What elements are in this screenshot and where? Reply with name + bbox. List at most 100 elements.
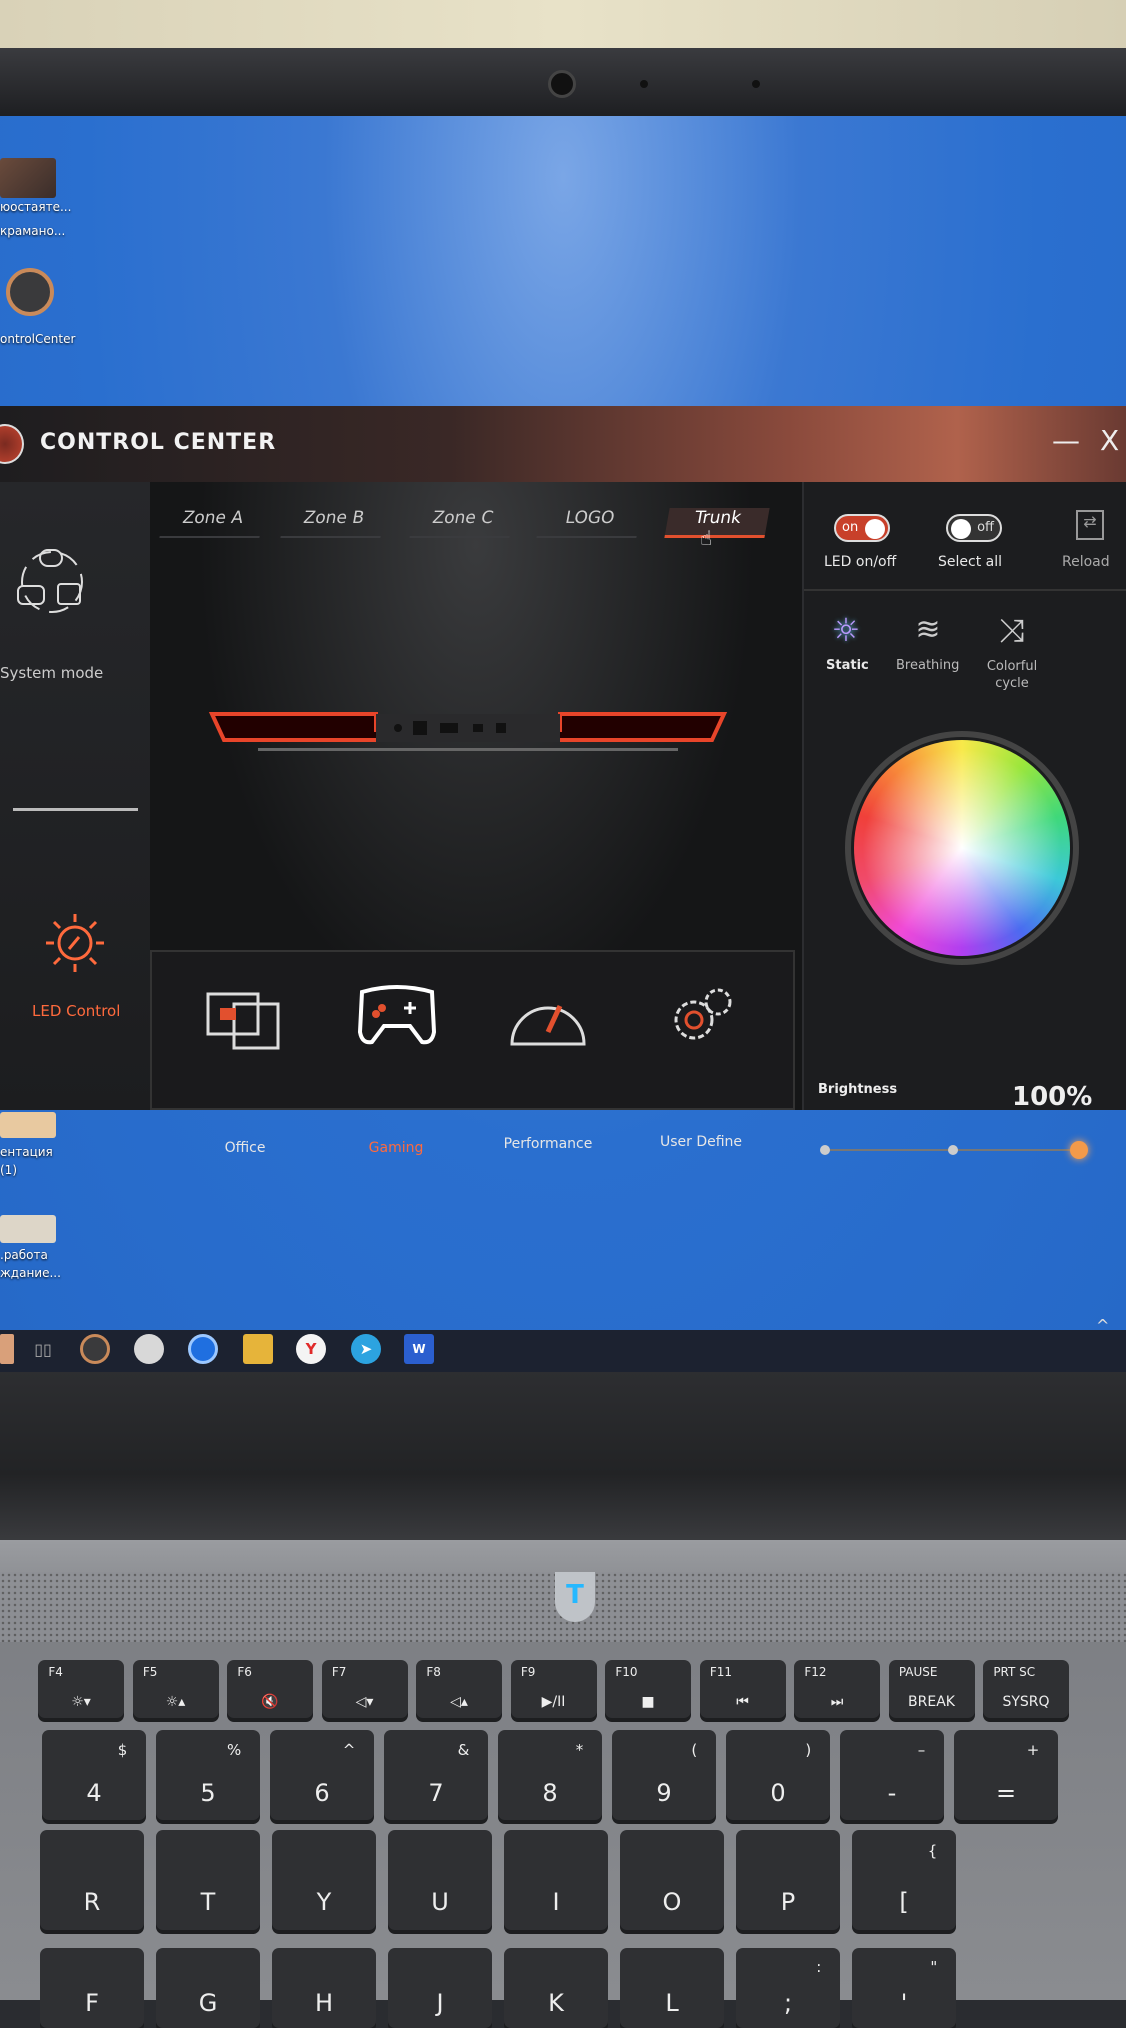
- key-label: 4: [86, 1779, 102, 1808]
- sidebar-item-led-control[interactable]: [40, 908, 110, 978]
- folder-icon[interactable]: [243, 1334, 273, 1364]
- key--[interactable]: – -: [840, 1730, 944, 1820]
- key-j[interactable]: J: [388, 1948, 492, 2028]
- key-label: 5: [200, 1779, 216, 1808]
- key-8[interactable]: * 8: [498, 1730, 602, 1820]
- key-pause[interactable]: PAUSE BREAK: [888, 1660, 975, 1718]
- key-4[interactable]: $4: [42, 1730, 146, 1820]
- word-icon[interactable]: W: [404, 1334, 434, 1364]
- key-f10[interactable]: F10 ■: [605, 1660, 691, 1718]
- minimize-button[interactable]: —: [1052, 424, 1080, 457]
- key-6[interactable]: ^ 6: [270, 1730, 374, 1820]
- led-control-icon: [46, 914, 104, 972]
- key-prt-sc[interactable]: PRT SC SYSRQ: [983, 1660, 1069, 1718]
- key-fn-label: F4: [48, 1664, 63, 1679]
- right-panel: on LED on/off off Select all ⇄ Reload ☼ …: [802, 482, 1126, 1159]
- key-;[interactable]: :;: [736, 1948, 840, 2028]
- key-f12[interactable]: F12 ⏭: [794, 1660, 880, 1718]
- key-fn-label: F6: [237, 1664, 252, 1679]
- led-on-off-label: LED on/off: [824, 554, 897, 570]
- key-label: ◁▾: [355, 1693, 374, 1710]
- key-label: -: [887, 1779, 897, 1808]
- key-label: ;: [783, 1988, 793, 2017]
- mode-gaming[interactable]: [352, 982, 442, 1052]
- control-center-icon[interactable]: [80, 1334, 110, 1364]
- key-i[interactable]: I: [504, 1830, 608, 1930]
- key-t[interactable]: T: [156, 1830, 260, 1930]
- key-f5[interactable]: F5 ☼▴: [132, 1660, 219, 1718]
- close-button[interactable]: X: [1100, 424, 1119, 457]
- key-fn-label: F8: [426, 1664, 441, 1679]
- key-[[interactable]: {[: [852, 1830, 956, 1930]
- key-g[interactable]: G: [156, 1948, 260, 2028]
- key-label: G: [198, 1988, 218, 2017]
- key-label: Y: [316, 1888, 332, 1916]
- wall-background: [0, 0, 1126, 48]
- key-label: 🔇: [261, 1693, 279, 1710]
- presentation-file-icon[interactable]: [0, 1215, 56, 1243]
- key-f6[interactable]: F6 🔇: [227, 1660, 313, 1718]
- key-label: 8: [542, 1779, 558, 1808]
- key-label: 6: [314, 1779, 330, 1808]
- key-shift-label: $: [117, 1740, 128, 1759]
- tab-zone-a[interactable]: Zone A: [159, 508, 265, 538]
- sensor-dot: [640, 80, 648, 88]
- tab-logo[interactable]: LOGO: [536, 508, 642, 538]
- tray-chevron-icon[interactable]: ^: [1096, 1316, 1109, 1335]
- key-o[interactable]: O: [620, 1830, 724, 1930]
- telegram-icon[interactable]: ➤: [351, 1334, 381, 1364]
- presentation-file-icon[interactable]: [0, 1112, 56, 1138]
- static-effect-icon[interactable]: ☼: [828, 612, 864, 648]
- office-icon: [206, 992, 280, 1050]
- tab-zone-b[interactable]: Zone B: [280, 508, 386, 538]
- key-fn-label: F5: [142, 1664, 158, 1679]
- key-l[interactable]: L: [620, 1948, 724, 2028]
- led-on-off-toggle[interactable]: on: [834, 514, 890, 542]
- mode-office[interactable]: [200, 990, 290, 1054]
- slider-tick: [820, 1145, 830, 1155]
- yandex-browser-icon[interactable]: Y: [296, 1334, 326, 1364]
- photo-thumbnail-icon[interactable]: [0, 1334, 14, 1364]
- key-f7[interactable]: F7 ◁▾: [321, 1660, 408, 1718]
- key-p[interactable]: P: [736, 1830, 840, 1930]
- task-view-icon[interactable]: ▯▯: [28, 1334, 58, 1364]
- key-label: BREAK: [908, 1693, 955, 1710]
- key-h[interactable]: H: [272, 1948, 376, 2028]
- key-fn-label: F7: [331, 1664, 347, 1679]
- tab-zone-c[interactable]: Zone C: [409, 508, 515, 538]
- color-wheel[interactable]: [854, 740, 1070, 956]
- key-y[interactable]: Y: [272, 1830, 376, 1930]
- key-u[interactable]: U: [388, 1830, 492, 1930]
- select-all-toggle[interactable]: off: [946, 514, 1002, 542]
- breathing-effect-icon[interactable]: ≋: [910, 612, 946, 648]
- key-5[interactable]: % 5: [156, 1730, 260, 1820]
- key-f8[interactable]: F8 ◁▴: [416, 1660, 502, 1718]
- reload-icon[interactable]: ⇄: [1076, 510, 1104, 540]
- tab-trunk[interactable]: Trunk: [664, 508, 770, 538]
- sidebar-item-system-mode[interactable]: [12, 542, 92, 622]
- key-'[interactable]: " ': [852, 1948, 956, 2028]
- key-f11[interactable]: F11 ⏮: [699, 1660, 786, 1718]
- key-label: =: [995, 1779, 1017, 1808]
- control-center-shortcut-icon[interactable]: [6, 268, 54, 316]
- app-icon[interactable]: [134, 1334, 164, 1364]
- mode-user-define[interactable]: [666, 984, 736, 1050]
- key-k[interactable]: K: [504, 1948, 608, 2028]
- key-r[interactable]: R: [40, 1830, 144, 1930]
- key-f4[interactable]: F4 ☼▾: [38, 1660, 124, 1718]
- key-0[interactable]: ) 0: [726, 1730, 830, 1820]
- key-shift-label: –: [917, 1740, 926, 1759]
- mode-performance[interactable]: [506, 982, 590, 1052]
- key-fn-label: PRT SC: [993, 1664, 1036, 1679]
- sidebar: System mode LED Control: [0, 482, 150, 1110]
- colorful-cycle-effect-icon[interactable]: ⤨: [994, 612, 1030, 648]
- key-f[interactable]: F: [40, 1948, 144, 2028]
- brightness-slider-knob[interactable]: [1070, 1141, 1088, 1159]
- key-=[interactable]: + =: [954, 1730, 1058, 1820]
- key-7[interactable]: & 7: [384, 1730, 488, 1820]
- key-f9[interactable]: F9 ▶/II: [510, 1660, 597, 1718]
- powerpoint-file-icon[interactable]: [0, 158, 56, 198]
- key-9[interactable]: (9: [612, 1730, 716, 1820]
- mode-label-user-define: User Define: [659, 1134, 743, 1150]
- edge-icon[interactable]: [188, 1334, 218, 1364]
